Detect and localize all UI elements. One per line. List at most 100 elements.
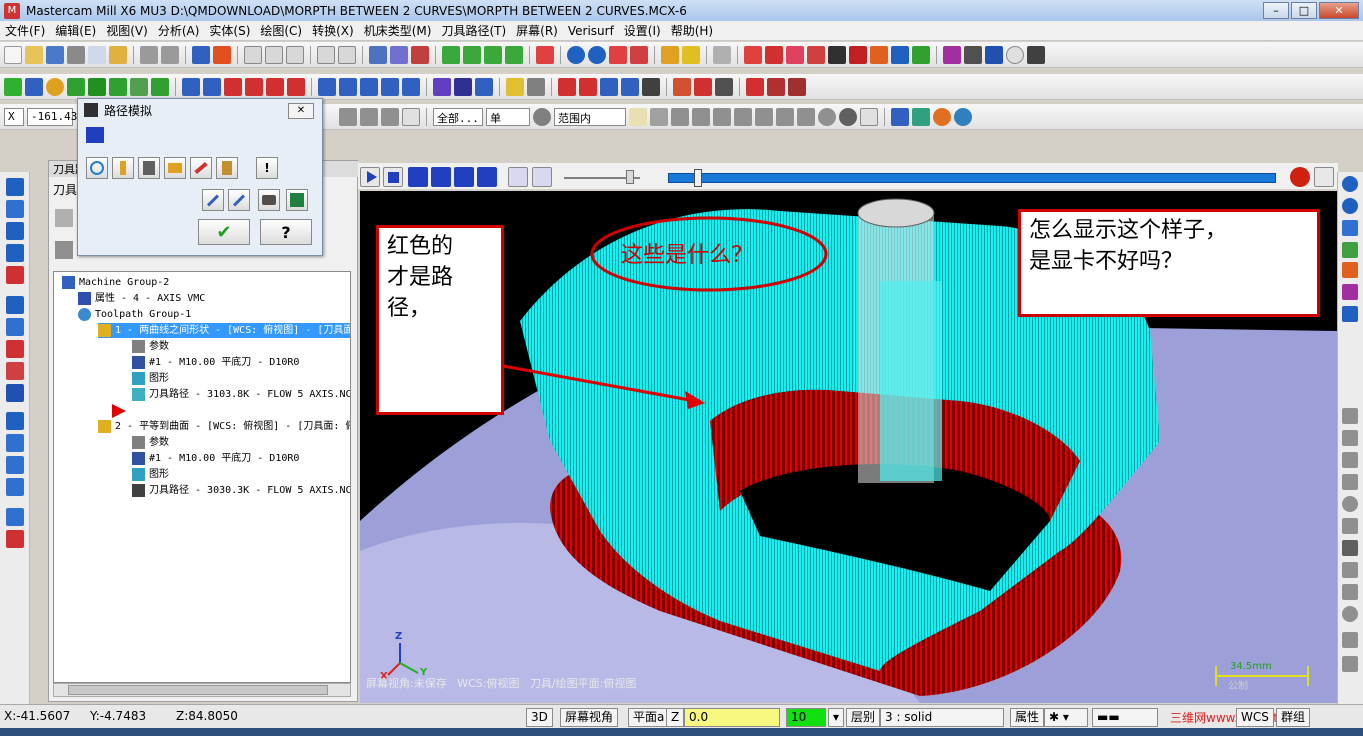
view-cube-icon[interactable] xyxy=(536,45,554,64)
circle-icon[interactable] xyxy=(46,77,64,96)
select-wave-icon[interactable] xyxy=(776,107,794,126)
face-select-icon[interactable] xyxy=(912,107,930,126)
pan-icon[interactable] xyxy=(192,45,210,64)
translate-icon[interactable] xyxy=(318,77,336,96)
select-all-ops-icon[interactable] xyxy=(55,209,73,227)
arrow-icon[interactable] xyxy=(475,77,493,96)
stock-icon[interactable] xyxy=(849,45,867,64)
view-settings-icon[interactable] xyxy=(1342,306,1358,322)
curve-icon[interactable] xyxy=(600,77,618,96)
color-selector[interactable]: 10 xyxy=(786,708,826,727)
display-mode-button[interactable] xyxy=(86,157,108,179)
sigma-icon[interactable] xyxy=(891,45,909,64)
view-right-icon[interactable] xyxy=(505,45,523,64)
select-check-icon[interactable] xyxy=(797,107,815,126)
run-mode-icon[interactable] xyxy=(532,167,552,187)
print-preview-icon[interactable] xyxy=(88,45,106,64)
graphics-viewport[interactable]: 这些是什么？ 红色的 才是路 径， 怎么显示这个样子， 是显卡不好吗？ Z X … xyxy=(360,191,1338,703)
backplot-icon[interactable] xyxy=(870,45,888,64)
zoom-window-icon[interactable] xyxy=(265,45,283,64)
wireframe-icon[interactable] xyxy=(630,45,648,64)
menu-xform[interactable]: 转换(X) xyxy=(307,22,359,39)
operation-icon[interactable] xyxy=(715,77,733,96)
view-cube-green-icon[interactable] xyxy=(1342,242,1358,258)
offset-icon[interactable] xyxy=(287,77,305,96)
snap-1-icon[interactable] xyxy=(1342,408,1358,424)
menu-screen[interactable]: 屏幕(R) xyxy=(511,22,563,39)
save-as-geometry-button[interactable] xyxy=(286,189,308,211)
tree-properties[interactable]: 属性 - 4 - AXIS VMC xyxy=(78,291,205,306)
help-button[interactable]: ? xyxy=(260,219,312,245)
x-coordinate-input[interactable]: -161.437 xyxy=(27,107,84,126)
drill-icon[interactable] xyxy=(6,178,24,196)
material-icon[interactable] xyxy=(694,77,712,96)
wcs-button[interactable]: WCS xyxy=(1236,708,1274,727)
view-sphere-icon[interactable] xyxy=(1342,198,1358,214)
play-icon[interactable] xyxy=(360,167,380,187)
tool-manager-icon[interactable] xyxy=(673,77,691,96)
line-style-dropdown[interactable]: ▬▬ xyxy=(1092,708,1158,727)
cylinder-icon[interactable] xyxy=(130,77,148,96)
view-isometric-icon[interactable] xyxy=(442,45,460,64)
tree-horizontal-scrollbar[interactable] xyxy=(53,683,351,697)
new-file-icon[interactable] xyxy=(4,45,22,64)
solid-boolean-icon[interactable] xyxy=(6,530,24,548)
zoom-in-icon[interactable] xyxy=(317,45,335,64)
step-back-icon[interactable] xyxy=(431,167,451,187)
z-depth-label[interactable]: Z xyxy=(666,708,685,727)
surface-finish-icon[interactable] xyxy=(6,296,24,314)
minimize-button[interactable]: – xyxy=(1263,2,1289,19)
matrix-icon[interactable] xyxy=(943,45,961,64)
toolpath-hide-icon[interactable] xyxy=(411,45,429,64)
menu-machine-type[interactable]: 机床类型(M) xyxy=(359,22,437,39)
menu-file[interactable]: 文件(F) xyxy=(0,22,50,39)
highlight-icon[interactable] xyxy=(682,45,700,64)
select-hex3-icon[interactable] xyxy=(713,107,731,126)
table-icon[interactable] xyxy=(558,77,576,96)
repaint-icon[interactable] xyxy=(213,45,231,64)
select-hex2-icon[interactable] xyxy=(692,107,710,126)
trim-break-icon[interactable] xyxy=(224,77,242,96)
shade-icon[interactable] xyxy=(609,45,627,64)
menu-settings[interactable]: 设置(I) xyxy=(619,22,666,39)
select-help-icon[interactable] xyxy=(860,107,878,126)
tree-op1-tool[interactable]: #1 - M10.00 平底刀 - D10R0 xyxy=(132,355,299,370)
zoom-out-icon[interactable] xyxy=(338,45,356,64)
lathe-icon[interactable] xyxy=(767,77,785,96)
trace-mode-icon[interactable] xyxy=(508,167,528,187)
color-dropdown[interactable]: ▾ xyxy=(828,708,844,727)
groups-button[interactable]: 群组 xyxy=(1276,708,1311,727)
menu-toolpaths[interactable]: 刀具路径(T) xyxy=(436,22,511,39)
screen-view-button[interactable]: 屏幕视角 xyxy=(560,708,619,727)
edge-select-icon[interactable] xyxy=(954,107,972,126)
rewind-start-icon[interactable] xyxy=(408,167,428,187)
solid-extrude-icon[interactable] xyxy=(6,412,24,430)
rotate-icon[interactable] xyxy=(339,77,357,96)
menu-help[interactable]: 帮助(H) xyxy=(666,22,718,39)
menu-edit[interactable]: 编辑(E) xyxy=(50,22,101,39)
menu-create[interactable]: 绘图(C) xyxy=(255,22,307,39)
snap-icon[interactable] xyxy=(1006,45,1024,64)
note-icon[interactable] xyxy=(203,77,221,96)
surface-icon[interactable] xyxy=(621,77,639,96)
probe-icon[interactable] xyxy=(788,77,806,96)
redo-icon[interactable] xyxy=(161,45,179,64)
snap-3-icon[interactable] xyxy=(1342,452,1358,468)
join-icon[interactable] xyxy=(245,77,263,96)
z-depth-input[interactable]: 0.0 xyxy=(684,708,780,727)
sphere-shade-icon[interactable] xyxy=(588,45,606,64)
speed-slider-thumb[interactable] xyxy=(626,170,634,184)
menu-solids[interactable]: 实体(S) xyxy=(204,22,255,39)
menu-analyze[interactable]: 分析(A) xyxy=(153,22,205,39)
analyze-icon[interactable] xyxy=(744,45,762,64)
warning-icon[interactable] xyxy=(1290,167,1310,187)
3d-button[interactable]: 3D xyxy=(526,708,553,727)
snap-5-icon[interactable] xyxy=(1342,496,1358,512)
multiaxis-icon[interactable] xyxy=(6,318,24,336)
tree-op1-geometry[interactable]: 图形 xyxy=(132,371,169,386)
tool-select-icon[interactable] xyxy=(369,45,387,64)
pocket-icon[interactable] xyxy=(6,222,24,240)
scale-icon[interactable] xyxy=(381,77,399,96)
snap-12-icon[interactable] xyxy=(1342,656,1358,672)
snap-8-icon[interactable] xyxy=(1342,562,1358,578)
